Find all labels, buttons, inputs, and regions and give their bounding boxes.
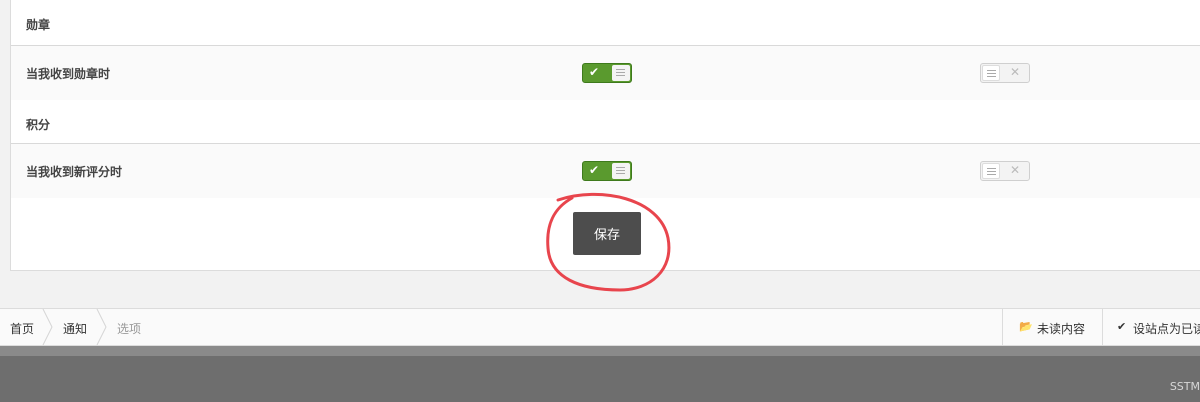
unread-content-link[interactable]: 📂 未读内容: [1002, 309, 1102, 345]
breadcrumb: 首页 通知 选项 📂 未读内容 ✔ 设站点为已读: [0, 308, 1200, 346]
notification-options-panel: 勋章 当我收到勋章时 ✔ ✕ 积分 当我收到新评分时 ✔ ✕ 保存: [10, 0, 1200, 271]
setting-row-badge-received: 当我收到勋章时 ✔ ✕: [11, 46, 1200, 100]
toggle-notify-col2[interactable]: ✕: [980, 63, 1030, 83]
toggle-knob: [612, 163, 630, 179]
breadcrumb-separator: [42, 309, 53, 345]
toggle-notify-col2[interactable]: ✕: [980, 161, 1030, 181]
section-header-points: 积分: [11, 100, 1200, 144]
folder-open-icon: 📂: [1019, 320, 1033, 333]
page-footer: SSTM: [0, 346, 1200, 402]
watermark-text: SSTM: [1169, 380, 1200, 393]
check-icon: ✔: [589, 163, 600, 177]
setting-label: 当我收到新评分时: [26, 165, 123, 179]
close-icon: ✕: [1009, 163, 1020, 177]
section-header-badges: 勋章: [11, 0, 1200, 46]
toggle-knob: [982, 163, 1000, 179]
toggle-notify-col1[interactable]: ✔: [582, 161, 632, 181]
breadcrumb-separator: [96, 309, 107, 345]
toggle-knob: [982, 65, 1000, 81]
setting-label: 当我收到勋章时: [26, 67, 111, 81]
footer-decorative-strip: [0, 346, 1200, 356]
check-icon: ✔: [589, 65, 600, 79]
save-button[interactable]: 保存: [573, 212, 641, 255]
check-icon: ✔: [1117, 320, 1127, 333]
breadcrumb-item-options: 选项: [117, 322, 142, 336]
toggle-notify-col1[interactable]: ✔: [582, 63, 632, 83]
mark-site-read-link[interactable]: ✔ 设站点为已读: [1102, 309, 1200, 345]
breadcrumb-item-notifications[interactable]: 通知: [63, 320, 87, 337]
section-title: 勋章: [26, 18, 51, 32]
toggle-knob: [612, 65, 630, 81]
close-icon: ✕: [1009, 65, 1020, 79]
breadcrumb-item-home[interactable]: 首页: [10, 320, 34, 337]
section-title: 积分: [26, 118, 51, 132]
setting-row-new-rating: 当我收到新评分时 ✔ ✕: [11, 144, 1200, 198]
